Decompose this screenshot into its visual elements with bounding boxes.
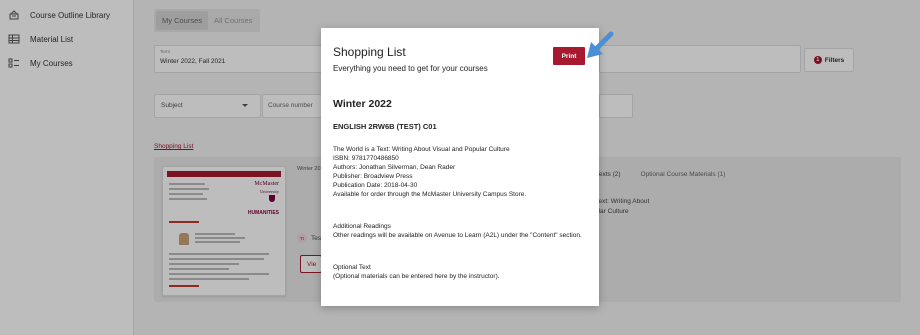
- modal-title: Shopping List: [333, 45, 406, 59]
- book-details: The World is a Text: Writing About Visua…: [333, 146, 527, 198]
- course-heading: ENGLISH 2RW6B (TEST) C01: [333, 122, 437, 131]
- print-button[interactable]: Print: [553, 47, 585, 65]
- term-heading: Winter 2022: [333, 98, 392, 110]
- pointer-arrow-icon: [587, 31, 614, 58]
- modal-subtitle: Everything you need to get for your cour…: [333, 64, 488, 73]
- optional-text: Optional Text (Optional materials can be…: [333, 264, 500, 280]
- shopping-list-modal: Shopping List Everything you need to get…: [321, 28, 599, 306]
- additional-readings: Additional Readings Other readings will …: [333, 223, 582, 239]
